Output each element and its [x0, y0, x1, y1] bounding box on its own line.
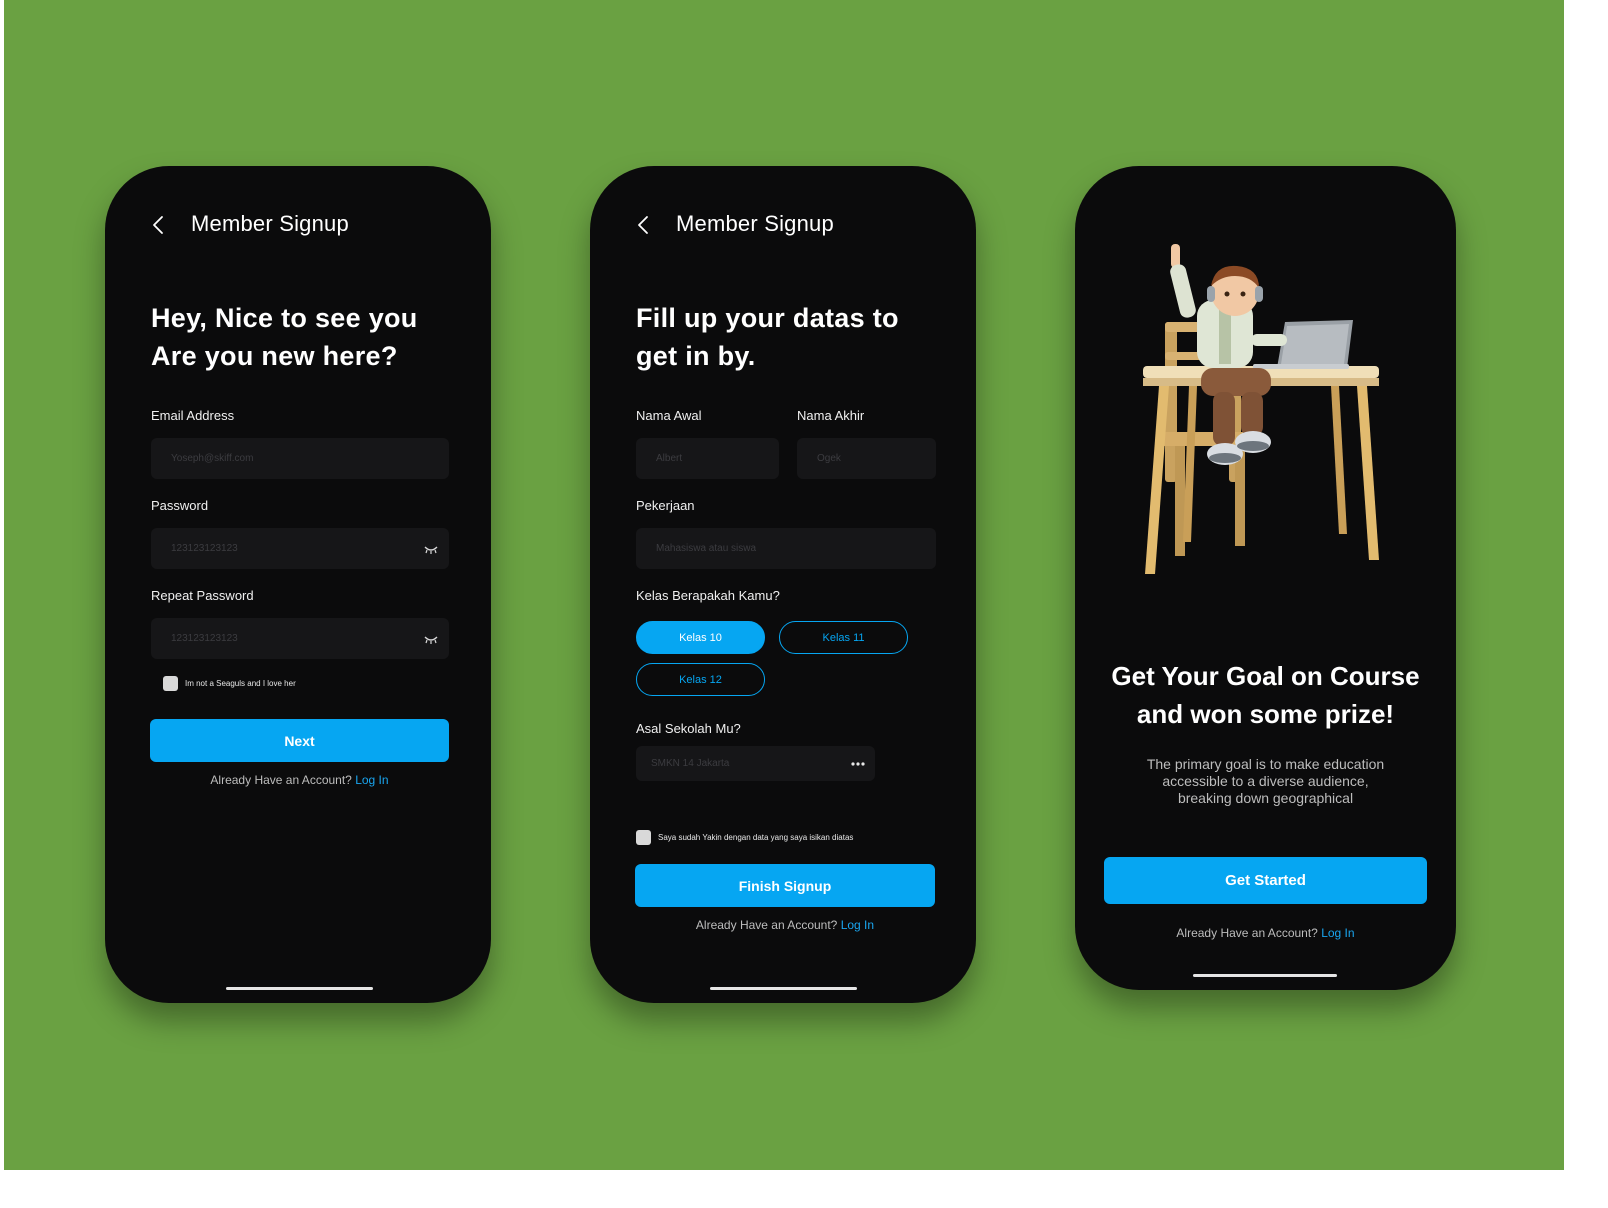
signup-screen-2: Member Signup Fill up your datas to get …: [590, 166, 976, 1003]
email-field[interactable]: Yoseph@skiff.com: [151, 438, 449, 479]
promo-desc-line-3: breaking down geographical: [1177, 790, 1354, 806]
repeat-password-label: Repeat Password: [151, 588, 254, 603]
email-label: Email Address: [151, 408, 235, 423]
page-heading: Hey, Nice to see you Are you new here?: [151, 299, 418, 375]
login-prompt-text: Already Have an Account?: [695, 918, 838, 932]
first-name-placeholder: Albert: [656, 453, 683, 464]
chevron-left-icon[interactable]: [149, 214, 167, 236]
eye-closed-icon[interactable]: [423, 543, 439, 555]
heading-line-1: Hey, Nice to see you: [151, 303, 418, 333]
class-option-11[interactable]: Kelas 11: [779, 621, 908, 654]
promo-desc-line-1: The primary goal is to make education: [1146, 756, 1385, 772]
promo-desc-line-2: accessible to a diverse audience,: [1162, 773, 1369, 789]
heading-line-1: Fill up your datas to: [636, 303, 899, 333]
class-option-10[interactable]: Kelas 10: [636, 621, 765, 654]
login-prompt: Already Have an Account? Log In: [1104, 926, 1427, 940]
school-field[interactable]: SMKN 14 Jakarta: [636, 746, 875, 781]
login-prompt: Already Have an Account? Log In: [150, 773, 449, 787]
heading-line-2: Are you new here?: [151, 341, 398, 371]
promo-description: The primary goal is to make education ac…: [1075, 756, 1456, 807]
login-prompt: Already Have an Account? Log In: [635, 918, 935, 932]
promo-title-line-1: Get Your Goal on Course: [1111, 661, 1420, 691]
promo-title-line-2: and won some prize!: [1136, 699, 1395, 729]
header-title: Member Signup: [676, 211, 834, 236]
last-name-field[interactable]: Ogek: [797, 438, 936, 479]
home-indicator: [226, 987, 373, 990]
email-placeholder: Yoseph@skiff.com: [171, 453, 254, 464]
login-link[interactable]: Log In: [1321, 926, 1354, 940]
consent-checkbox[interactable]: [163, 676, 178, 691]
repeat-password-field[interactable]: 123123123123: [151, 618, 449, 659]
password-value: 123123123123: [171, 543, 238, 554]
header-title: Member Signup: [191, 211, 349, 236]
class-option-12[interactable]: Kelas 12: [636, 663, 765, 696]
login-prompt-text: Already Have an Account?: [1176, 926, 1318, 940]
background-canvas: Member Signup Hey, Nice to see you Are y…: [4, 0, 1564, 1170]
eye-closed-icon[interactable]: [423, 633, 439, 645]
class-label: Kelas Berapakah Kamu?: [636, 588, 780, 603]
first-name-field[interactable]: Albert: [636, 438, 779, 479]
first-name-label: Nama Awal: [636, 408, 702, 423]
home-indicator: [1193, 974, 1337, 977]
home-indicator: [710, 987, 857, 990]
password-label: Password: [151, 498, 209, 513]
job-placeholder: Mahasiswa atau siswa: [656, 543, 757, 554]
login-link[interactable]: Log In: [841, 918, 874, 932]
last-name-label: Nama Akhir: [797, 408, 865, 423]
repeat-password-value: 123123123123: [171, 633, 238, 644]
password-field[interactable]: 123123123123: [151, 528, 449, 569]
more-horizontal-icon[interactable]: [851, 761, 865, 766]
job-field[interactable]: Mahasiswa atau siswa: [636, 528, 936, 569]
login-prompt-text: Already Have an Account?: [210, 773, 352, 787]
signup-screen-1: Member Signup Hey, Nice to see you Are y…: [105, 166, 491, 1003]
last-name-placeholder: Ogek: [817, 453, 841, 464]
consent-checkbox-label: Im not a Seaguls and I love her: [185, 679, 296, 688]
chevron-left-icon[interactable]: [634, 214, 652, 236]
promo-title: Get Your Goal on Course and won some pri…: [1075, 657, 1456, 733]
heading-line-2: get in by.: [636, 341, 756, 371]
page-heading: Fill up your datas to get in by.: [636, 299, 899, 375]
onboarding-screen: Get Your Goal on Course and won some pri…: [1075, 166, 1456, 990]
school-label: Asal Sekolah Mu?: [636, 721, 741, 736]
school-placeholder: SMKN 14 Jakarta: [651, 758, 730, 769]
finish-signup-button[interactable]: Finish Signup: [635, 864, 935, 907]
confirm-data-checkbox[interactable]: [636, 830, 651, 845]
job-label: Pekerjaan: [636, 498, 695, 513]
student-at-desk-illustration-icon: [1143, 244, 1379, 574]
next-button[interactable]: Next: [150, 719, 449, 762]
confirm-data-checkbox-label: Saya sudah Yakin dengan data yang saya i…: [658, 833, 854, 842]
get-started-button[interactable]: Get Started: [1104, 857, 1427, 904]
login-link[interactable]: Log In: [355, 773, 388, 787]
